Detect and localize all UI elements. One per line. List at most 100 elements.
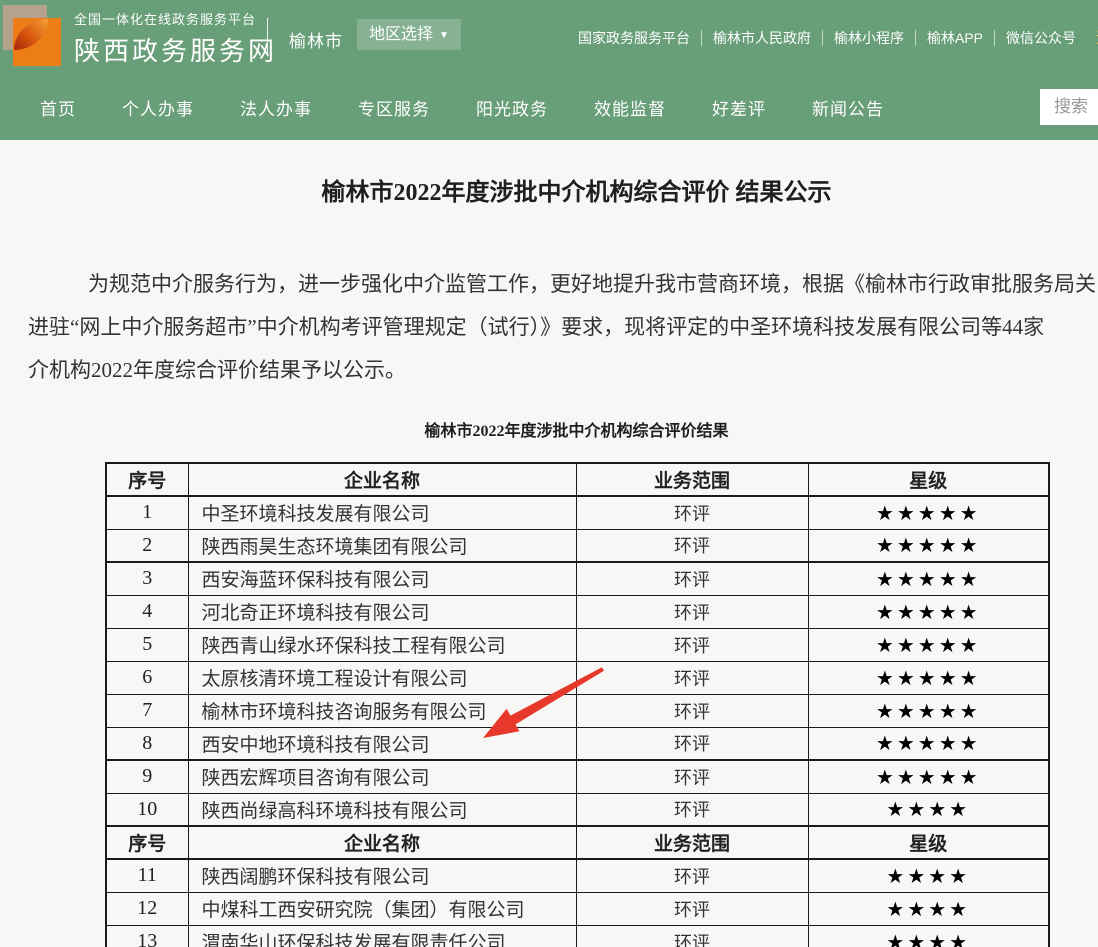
row-number-cell: 3 xyxy=(106,562,188,595)
nav-item-3[interactable]: 专区服务 xyxy=(358,95,430,120)
company-name-cell: 太原核清环境工程设计有限公司 xyxy=(188,661,576,694)
row-number-cell: 6 xyxy=(106,661,188,694)
column-header-3: 星级 xyxy=(808,463,1049,496)
region-select-button[interactable]: 地区选择 ▼ xyxy=(357,19,461,50)
table-header-row: 序号企业名称业务范围星级 xyxy=(106,826,1049,859)
company-name-cell: 榆林市环境科技咨询服务有限公司 xyxy=(188,694,576,727)
star-rating-cell: ★★★★★ xyxy=(808,760,1049,793)
row-number-cell: 4 xyxy=(106,595,188,628)
company-name-cell: 渭南华山环保科技发展有限责任公司 xyxy=(188,925,576,947)
table-row: 1中圣环境科技发展有限公司环评★★★★★ xyxy=(106,496,1049,529)
table-row: 10陕西尚绿高科环境科技有限公司环评★★★★ xyxy=(106,793,1049,826)
business-scope-cell: 环评 xyxy=(576,859,808,892)
table-header-row: 序号企业名称业务范围星级 xyxy=(106,463,1049,496)
nav-item-4[interactable]: 阳光政务 xyxy=(476,95,548,120)
quick-link-2[interactable]: 榆林小程序 xyxy=(834,28,904,48)
site-branding: 全国一体化在线政务服务平台 陕西政务服务网 xyxy=(74,9,277,68)
star-rating-cell: ★★★★★ xyxy=(808,595,1049,628)
star-rating-cell: ★★★★★ xyxy=(808,628,1049,661)
header-divider xyxy=(267,18,268,54)
star-rating-cell: ★★★★★ xyxy=(808,727,1049,760)
business-scope-cell: 环评 xyxy=(576,628,808,661)
star-rating-cell: ★★★★★ xyxy=(808,694,1049,727)
table-caption: 榆林市2022年度涉批中介机构综合评价结果 xyxy=(0,417,1098,441)
quick-link-divider xyxy=(994,30,995,46)
business-scope-cell: 环评 xyxy=(576,925,808,947)
search-input[interactable]: 搜索 xyxy=(1040,89,1098,125)
nav-item-6[interactable]: 好差评 xyxy=(712,95,766,120)
evaluation-results-table: 序号企业名称业务范围星级1中圣环境科技发展有限公司环评★★★★★2陕西雨昊生态环… xyxy=(105,462,1050,947)
star-rating-cell: ★★★★ xyxy=(808,793,1049,826)
nav-item-5[interactable]: 效能监督 xyxy=(594,95,666,120)
star-rating-cell: ★★★★ xyxy=(808,859,1049,892)
nav-item-2[interactable]: 法人办事 xyxy=(240,95,312,120)
star-rating-cell: ★★★★ xyxy=(808,892,1049,925)
quick-link-4[interactable]: 微信公众号 xyxy=(1006,28,1076,48)
content-area: 榆林市2022年度涉批中介机构综合评价 结果公示 为规范中介服务行为，进一步强化… xyxy=(0,140,1098,947)
quick-link-divider xyxy=(701,30,702,46)
business-scope-cell: 环评 xyxy=(576,760,808,793)
quick-link-0[interactable]: 国家政务服务平台 xyxy=(578,28,690,48)
column-header-1: 企业名称 xyxy=(188,463,576,496)
business-scope-cell: 环评 xyxy=(576,529,808,562)
business-scope-cell: 环评 xyxy=(576,727,808,760)
business-scope-cell: 环评 xyxy=(576,694,808,727)
table-row: 12中煤科工西安研究院（集团）有限公司环评★★★★ xyxy=(106,892,1049,925)
row-number-cell: 9 xyxy=(106,760,188,793)
column-header-3: 星级 xyxy=(808,826,1049,859)
business-scope-cell: 环评 xyxy=(576,562,808,595)
business-scope-cell: 环评 xyxy=(576,595,808,628)
table-row: 9陕西宏辉项目咨询有限公司环评★★★★★ xyxy=(106,760,1049,793)
company-name-cell: 中圣环境科技发展有限公司 xyxy=(188,496,576,529)
quick-link-1[interactable]: 榆林市人民政府 xyxy=(713,28,811,48)
star-rating-cell: ★★★★★ xyxy=(808,496,1049,529)
company-name-cell: 河北奇正环境科技有限公司 xyxy=(188,595,576,628)
row-number-cell: 1 xyxy=(106,496,188,529)
company-name-cell: 陕西雨昊生态环境集团有限公司 xyxy=(188,529,576,562)
logo-leaf-icon xyxy=(14,19,48,50)
quick-link-divider xyxy=(915,30,916,46)
star-rating-cell: ★★★★★ xyxy=(808,529,1049,562)
table-row: 13渭南华山环保科技发展有限责任公司环评★★★★ xyxy=(106,925,1049,947)
column-header-2: 业务范围 xyxy=(576,826,808,859)
column-header-0: 序号 xyxy=(106,463,188,496)
row-number-cell: 12 xyxy=(106,892,188,925)
nav-item-1[interactable]: 个人办事 xyxy=(122,95,194,120)
row-number-cell: 8 xyxy=(106,727,188,760)
nav-item-0[interactable]: 首页 xyxy=(40,95,76,120)
company-name-cell: 中煤科工西安研究院（集团）有限公司 xyxy=(188,892,576,925)
company-name-cell: 陕西阔鹏环保科技有限公司 xyxy=(188,859,576,892)
star-rating-cell: ★★★★★ xyxy=(808,661,1049,694)
company-name-cell: 陕西宏辉项目咨询有限公司 xyxy=(188,760,576,793)
top-header-bar: 全国一体化在线政务服务平台 陕西政务服务网 榆林市 地区选择 ▼ 国家政务服务平台… xyxy=(0,0,1098,75)
announcement-page: 榆林市2022年度涉批中介机构综合评价 结果公示 为规范中介服务行为，进一步强化… xyxy=(0,179,1098,947)
table-row: 7榆林市环境科技咨询服务有限公司环评★★★★★ xyxy=(106,694,1049,727)
site-name: 陕西政务服务网 xyxy=(74,31,277,68)
company-name-cell: 陕西尚绿高科环境科技有限公司 xyxy=(188,793,576,826)
star-rating-cell: ★★★★ xyxy=(808,925,1049,947)
business-scope-cell: 环评 xyxy=(576,793,808,826)
logo-orange-square xyxy=(13,18,61,66)
row-number-cell: 13 xyxy=(106,925,188,947)
region-select-label: 地区选择 xyxy=(369,26,433,43)
announcement-paragraph: 为规范中介服务行为，进一步强化中介监管工作，更好地提升我市营商环境，根据《榆林市… xyxy=(0,263,1098,392)
row-number-cell: 2 xyxy=(106,529,188,562)
quick-link-3[interactable]: 榆林APP xyxy=(927,28,983,48)
chevron-down-icon: ▼ xyxy=(439,20,449,51)
main-navigation-bar: 首页 个人办事 法人办事 专区服务 阳光政务 效能监督 好差评 新闻公告 搜索 xyxy=(0,75,1098,140)
business-scope-cell: 环评 xyxy=(576,892,808,925)
column-header-1: 企业名称 xyxy=(188,826,576,859)
table-row: 11陕西阔鹏环保科技有限公司环评★★★★ xyxy=(106,859,1049,892)
row-number-cell: 7 xyxy=(106,694,188,727)
row-number-cell: 5 xyxy=(106,628,188,661)
nav-items: 首页 个人办事 法人办事 专区服务 阳光政务 效能监督 好差评 新闻公告 xyxy=(40,95,930,120)
business-scope-cell: 环评 xyxy=(576,661,808,694)
nav-item-7[interactable]: 新闻公告 xyxy=(812,95,884,120)
row-number-cell: 11 xyxy=(106,859,188,892)
table-row: 2陕西雨昊生态环境集团有限公司环评★★★★★ xyxy=(106,529,1049,562)
page-title: 榆林市2022年度涉批中介机构综合评价 结果公示 xyxy=(0,179,1098,207)
company-name-cell: 西安中地环境科技有限公司 xyxy=(188,727,576,760)
column-header-2: 业务范围 xyxy=(576,463,808,496)
current-city-label: 榆林市 xyxy=(289,27,343,52)
paragraph-line-3: 介机构2022年度综合评价结果予以公示。 xyxy=(28,349,1098,392)
